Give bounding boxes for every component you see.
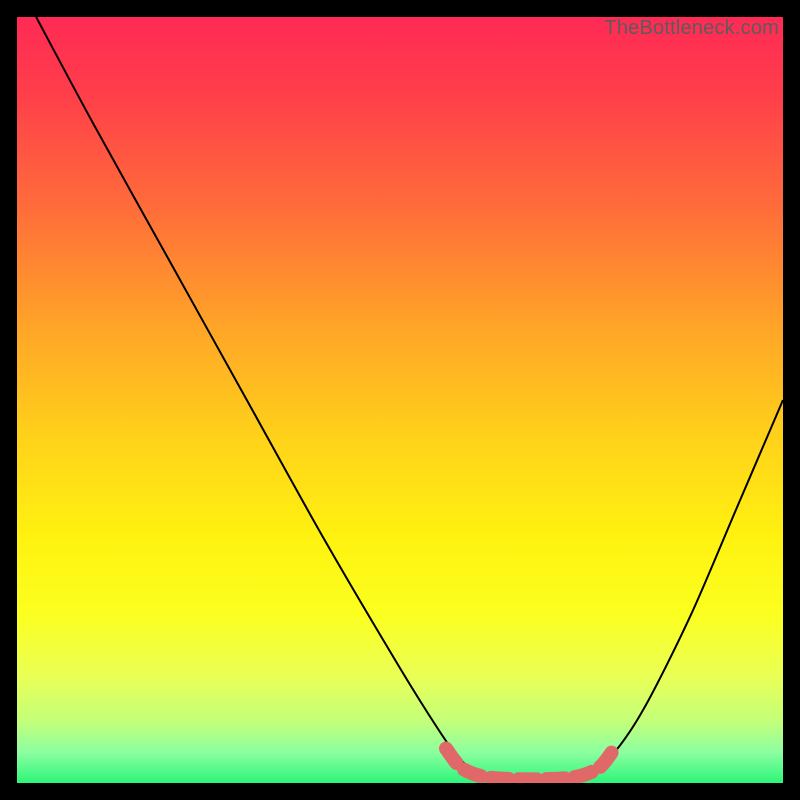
watermark-text: TheBottleneck.com bbox=[604, 17, 779, 40]
bottleneck-chart bbox=[17, 17, 783, 783]
chart-frame: TheBottleneck.com bbox=[17, 17, 783, 783]
